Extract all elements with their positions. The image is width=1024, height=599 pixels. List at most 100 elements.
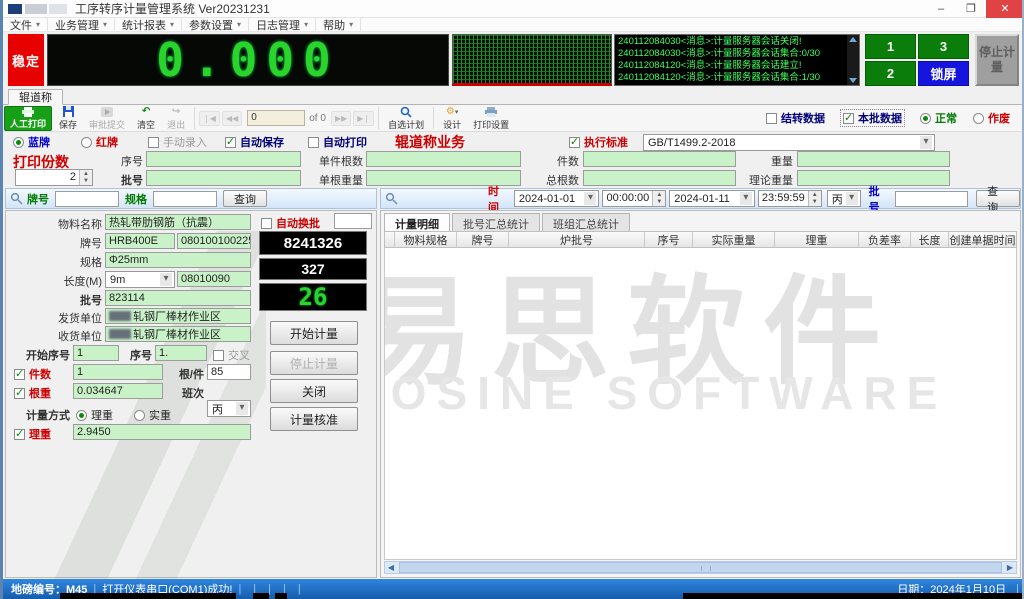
auto-batch-input[interactable] <box>334 213 372 229</box>
red-plate-radio[interactable]: 红牌 <box>81 134 118 150</box>
right-query-button[interactable]: 查询 <box>976 190 1020 207</box>
brand-code-input[interactable]: 0801001002250 <box>177 233 251 249</box>
material-input[interactable]: 热轧带肋钢筋（抗震） <box>105 214 251 230</box>
left-query-button[interactable]: 查询 <box>223 190 267 207</box>
date-to-select[interactable]: 2024-01-11 <box>669 190 755 207</box>
nav-record-input[interactable]: 0 <box>247 110 305 126</box>
nav-last-button[interactable]: ▶❘ <box>353 111 374 126</box>
spec-filter-input[interactable] <box>153 191 217 207</box>
scroll-left-icon[interactable]: ◀ <box>385 563 397 572</box>
close-form-button[interactable]: 关闭 <box>270 379 358 403</box>
brand-filter-input[interactable] <box>55 191 119 207</box>
save-button[interactable]: 保存 <box>54 106 82 131</box>
start-measure-button[interactable]: 开始计量 <box>270 321 358 345</box>
pieces-field-input[interactable] <box>583 151 736 167</box>
arrow-down-icon[interactable]: ▼ <box>80 178 92 186</box>
theory-weight-radio[interactable]: 理重 <box>76 407 113 423</box>
menu-settings[interactable]: 参数设置▾ <box>182 18 249 31</box>
time-to-stepper[interactable]: 23:59:59▲▼ <box>758 190 822 207</box>
manual-entry-checkbox[interactable]: 手动录入 <box>148 134 207 150</box>
standard-select[interactable]: GB/T1499.2-2018 <box>643 134 935 151</box>
scroll-thumb[interactable] <box>399 562 1002 573</box>
scroll-down-icon[interactable] <box>849 78 857 83</box>
start-seq-input[interactable]: 1 <box>73 345 119 361</box>
pieces-input[interactable]: 1 <box>73 364 163 380</box>
brand-input[interactable]: HRB400E <box>105 233 175 249</box>
menu-logs[interactable]: 日志管理▾ <box>249 18 316 31</box>
standard-checkbox[interactable]: 执行标准 <box>569 134 628 150</box>
seq-field-input[interactable] <box>146 151 301 167</box>
column-material-spec[interactable]: 物料规格 <box>395 232 457 247</box>
key-1-button[interactable]: 1 <box>865 34 916 59</box>
column-brand[interactable]: 牌号 <box>457 232 509 247</box>
void-radio[interactable]: 作废 <box>973 110 1010 126</box>
scroll-right-icon[interactable]: ▶ <box>1004 563 1016 572</box>
column-length[interactable]: 长度 <box>911 232 949 247</box>
menu-reports[interactable]: 统计报表▾ <box>115 18 182 31</box>
batch-input[interactable]: 823114 <box>105 290 251 306</box>
measure-verify-button[interactable]: 计量核准 <box>270 407 358 431</box>
nav-first-button[interactable]: ❘◀ <box>199 111 220 126</box>
shipper-input[interactable]: 轧钢厂棒材作业区 <box>105 308 251 324</box>
column-actual-weight[interactable]: 实际重量 <box>693 232 775 247</box>
minimize-button[interactable]: – <box>926 0 956 18</box>
auto-save-checkbox[interactable]: 自动保存 <box>225 134 284 150</box>
restore-button[interactable]: ❐ <box>956 0 986 18</box>
design-button[interactable]: ⚙ ▾ 设计 <box>438 106 466 131</box>
column-heat-batch[interactable]: 炉批号 <box>509 232 645 247</box>
custom-plan-button[interactable]: 自选计划 <box>383 106 429 131</box>
carry-data-checkbox[interactable]: 结转数据 <box>766 110 825 126</box>
menu-help[interactable]: 帮助▾ <box>316 18 361 31</box>
print-setup-button[interactable]: 打印设置 <box>468 106 514 131</box>
column-deviation[interactable]: 负差率 <box>859 232 911 247</box>
lock-screen-button[interactable]: 锁屏 <box>918 61 969 86</box>
receiver-input[interactable]: 轧钢厂棒材作业区 <box>105 326 251 342</box>
arrow-up-icon[interactable]: ▲ <box>809 191 821 199</box>
spec-input[interactable]: Φ25mm <box>105 252 251 268</box>
theory-checkbox[interactable]: 理重 <box>14 426 51 442</box>
log-scrollbar[interactable] <box>847 35 859 85</box>
pieces-checkbox[interactable]: 件数 <box>14 366 51 382</box>
close-button[interactable]: ✕ <box>986 0 1024 18</box>
bar-weight-input[interactable]: 0.034647 <box>73 383 163 399</box>
weight-field-input[interactable] <box>797 151 950 167</box>
theory-input[interactable]: 2.9450 <box>73 424 251 440</box>
exit-button[interactable]: ↪ 退出 <box>162 106 190 131</box>
table-horizontal-scrollbar[interactable]: ◀ ▶ <box>384 561 1017 574</box>
key-3-button[interactable]: 3 <box>918 34 969 59</box>
stepper-arrows[interactable]: ▲▼ <box>79 170 92 185</box>
auto-batch-checkbox[interactable]: 自动换批 <box>261 215 320 231</box>
scroll-up-icon[interactable] <box>849 37 857 42</box>
length-code-input[interactable]: 08010090 <box>177 271 251 287</box>
message-log[interactable]: 240112084030<消息>:计量服务器会话关闭! 240112084030… <box>614 34 860 86</box>
actual-weight-radio[interactable]: 实重 <box>134 407 171 423</box>
stop-measure-button[interactable]: 停止计量 <box>270 351 358 375</box>
column-theory-weight[interactable]: 理重 <box>775 232 859 247</box>
per-piece-field-input[interactable] <box>366 151 521 167</box>
nav-prev-button[interactable]: ◀◀ <box>222 111 242 126</box>
menu-file[interactable]: 文件▾ <box>3 18 48 31</box>
tab-roller-scale[interactable]: 辊道称 <box>8 89 63 105</box>
arrow-down-icon[interactable]: ▼ <box>809 199 821 207</box>
arrow-up-icon[interactable]: ▲ <box>653 191 665 199</box>
total-bars-field-input[interactable] <box>583 170 736 186</box>
print-copies-stepper[interactable]: 2 ▲▼ <box>15 169 93 186</box>
menu-business[interactable]: 业务管理▾ <box>48 18 115 31</box>
clear-button[interactable]: ↶ 清空 <box>132 106 160 131</box>
arrow-up-icon[interactable]: ▲ <box>80 170 92 178</box>
column-seq[interactable]: 序号 <box>645 232 693 247</box>
seq-input[interactable]: 1. <box>155 345 207 361</box>
time-from-stepper[interactable]: 00:00:00▲▼ <box>602 190 666 207</box>
batch-field-input[interactable] <box>146 170 301 186</box>
cross-checkbox[interactable]: 交叉 <box>213 347 250 363</box>
per-piece-input[interactable]: 85 <box>207 364 251 380</box>
normal-radio[interactable]: 正常 <box>920 110 957 126</box>
blue-plate-radio[interactable]: 蓝牌 <box>13 134 50 150</box>
column-create-time[interactable]: 创建单据时间 <box>949 232 1016 247</box>
table-body[interactable]: 易思软件 EOSINE SOFTWARE <box>384 248 1017 560</box>
this-batch-checkbox[interactable]: 本批数据 <box>841 110 904 126</box>
key-2-button[interactable]: 2 <box>865 61 916 86</box>
auto-print-checkbox[interactable]: 自动打印 <box>308 134 367 150</box>
bar-weight-checkbox[interactable]: 根重 <box>14 385 51 401</box>
nav-next-button[interactable]: ▶▶ <box>331 111 351 126</box>
